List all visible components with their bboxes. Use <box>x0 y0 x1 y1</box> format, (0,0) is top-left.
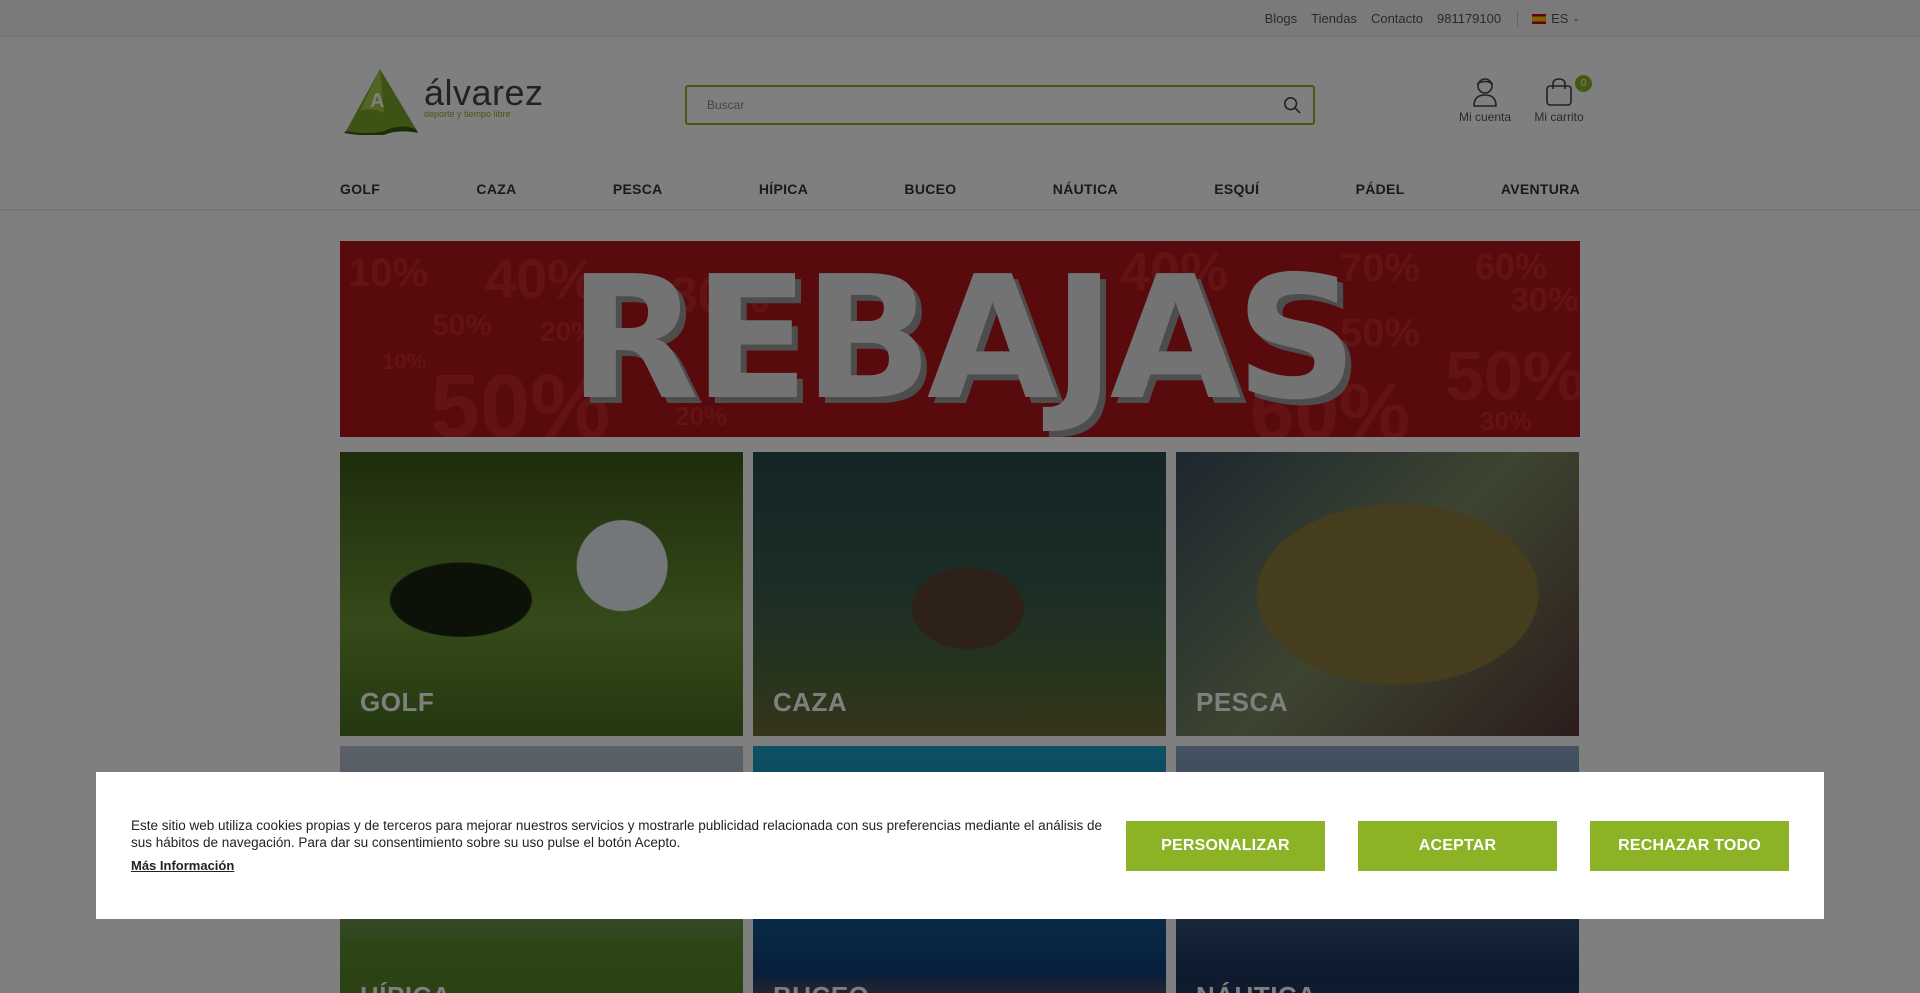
more-info-link[interactable]: Más Información <box>131 857 234 874</box>
cookie-message: Este sitio web utiliza cookies propias y… <box>131 818 1102 850</box>
cookie-consent-dialog: Este sitio web utiliza cookies propias y… <box>96 772 1824 919</box>
accept-button[interactable]: ACEPTAR <box>1358 820 1557 871</box>
customize-button[interactable]: PERSONALIZAR <box>1126 820 1325 871</box>
reject-all-button[interactable]: RECHAZAR TODO <box>1590 820 1789 871</box>
